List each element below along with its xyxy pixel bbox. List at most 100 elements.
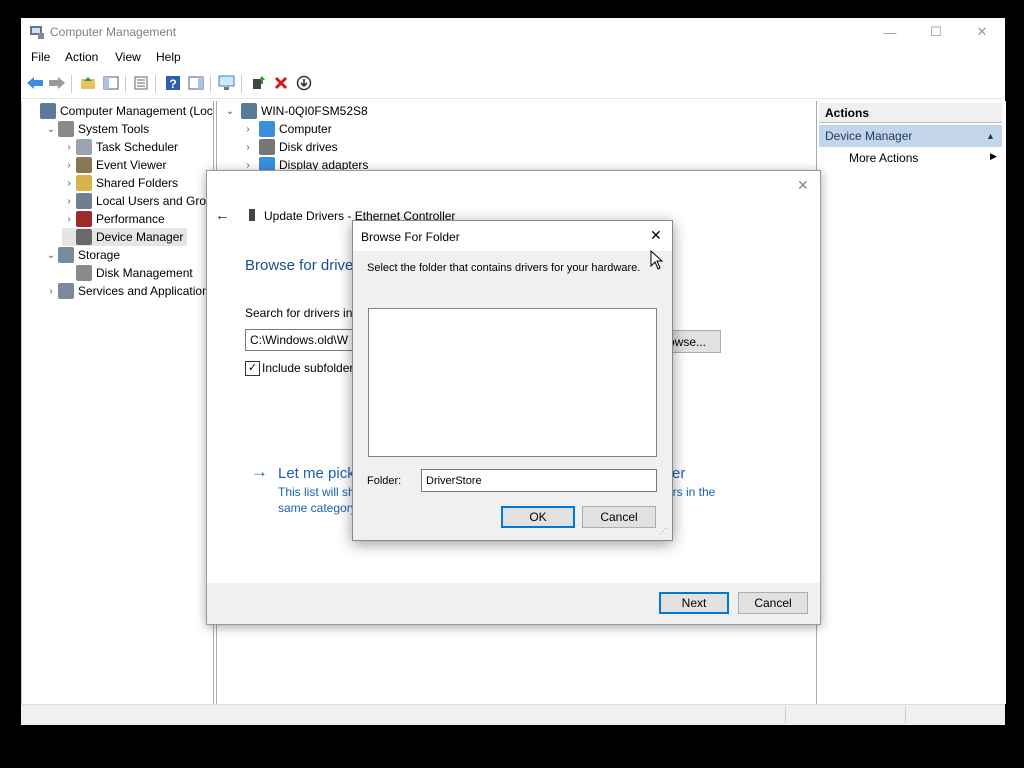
browse-button-label: owse...	[667, 334, 706, 349]
browse-instruction: Select the folder that contains drivers …	[367, 262, 641, 274]
tree-item[interactable]: › Performance	[62, 210, 165, 228]
disable-device-icon	[296, 75, 312, 91]
browse-dialog-close-icon[interactable]: ✕	[650, 227, 662, 244]
show-hide-action-pane-button[interactable]	[186, 73, 206, 93]
close-button[interactable]: ✕	[959, 18, 1005, 46]
toolbar-separator	[71, 75, 72, 93]
device-category-row[interactable]: › Disk drives	[241, 138, 338, 156]
computer-root-icon	[241, 103, 257, 119]
back-arrow-icon[interactable]: ←	[215, 207, 230, 224]
include-subfolders-checkbox[interactable]: ✓	[245, 361, 260, 376]
menu-view[interactable]: View	[115, 50, 141, 64]
tree-item[interactable]: › Services and Applications	[44, 282, 213, 300]
update-cancel-button[interactable]: Cancel	[738, 592, 808, 614]
show-hide-action-pane-icon	[188, 76, 204, 90]
chevron-right-icon[interactable]: ›	[62, 142, 76, 153]
scan-hardware-button[interactable]	[217, 73, 237, 93]
update-driver-button[interactable]	[248, 73, 268, 93]
performance-icon	[76, 211, 92, 227]
chevron-down-icon[interactable]: ⌄	[44, 124, 58, 135]
device-category-row[interactable]: › Computer	[241, 120, 332, 138]
ok-button-label: OK	[529, 510, 547, 524]
toolbar-separator	[125, 75, 126, 93]
properties-icon	[134, 76, 148, 90]
resize-grip-icon[interactable]: ⋰	[659, 527, 667, 536]
computer-mgmt-icon	[40, 103, 56, 119]
folder-label: Folder:	[367, 475, 402, 487]
users-icon	[76, 193, 92, 209]
window-title: Computer Management	[50, 25, 177, 39]
uninstall-device-button[interactable]	[271, 73, 291, 93]
chevron-down-icon[interactable]: ⌄	[223, 106, 237, 117]
menu-action[interactable]: Action	[65, 50, 98, 64]
chevron-down-icon[interactable]: ⌄	[44, 250, 58, 261]
dialog-close-icon[interactable]: ✕	[797, 177, 809, 194]
tree-item-label: Local Users and Groups	[96, 194, 214, 208]
show-hide-tree-button[interactable]	[101, 73, 121, 93]
tree-item[interactable]: › Shared Folders	[62, 174, 178, 192]
mouse-cursor-icon	[650, 250, 664, 270]
list-description-2: same category	[278, 501, 357, 515]
collapse-up-icon[interactable]: ▲	[986, 125, 995, 147]
chevron-right-icon[interactable]: ›	[62, 178, 76, 189]
toolbar-separator	[210, 75, 211, 93]
computer-icon	[259, 121, 275, 137]
chevron-right-icon[interactable]: ›	[44, 286, 58, 297]
disk-drive-icon	[259, 139, 275, 155]
ok-button[interactable]: OK	[501, 506, 575, 528]
computer-management-app-icon	[29, 24, 45, 43]
chevron-right-icon[interactable]: ›	[62, 214, 76, 225]
chevron-right-icon[interactable]: ›	[241, 160, 255, 171]
chevron-right-icon[interactable]: ›	[241, 142, 255, 153]
chevron-right-icon[interactable]: ›	[62, 196, 76, 207]
folder-tree-view[interactable]	[368, 308, 657, 457]
maximize-button[interactable]: ☐	[913, 18, 959, 46]
maximize-icon: ☐	[930, 24, 942, 39]
back-button[interactable]	[25, 73, 45, 93]
list-description-1-tail: ers in the	[666, 485, 716, 499]
menu-bar: File Action View Help	[21, 46, 1005, 68]
browse-cancel-button[interactable]: Cancel	[582, 506, 656, 528]
tree-item[interactable]: ⌄ Storage	[44, 246, 120, 264]
driver-path-input[interactable]	[245, 329, 355, 351]
tree-item[interactable]: › Local Users and Groups	[62, 192, 214, 210]
forward-button[interactable]	[47, 73, 67, 93]
help-button[interactable]: ?	[163, 73, 183, 93]
back-arrow-icon	[27, 77, 43, 89]
up-one-level-button[interactable]	[78, 73, 98, 93]
properties-button[interactable]	[131, 73, 151, 93]
arrow-right-icon: →	[251, 462, 268, 481]
actions-header: Actions	[819, 103, 1002, 123]
tree-item[interactable]: Device Manager	[62, 228, 188, 246]
disable-device-button[interactable]	[294, 73, 314, 93]
close-icon: ✕	[976, 24, 988, 39]
next-button-label: Next	[681, 596, 707, 610]
svg-text:?: ?	[169, 77, 176, 91]
folder-name-input[interactable]	[421, 469, 657, 492]
let-me-pick-link-tail[interactable]: er	[672, 465, 685, 482]
tree-item[interactable]: › Task Scheduler	[62, 138, 178, 156]
search-label: Search for drivers in t	[245, 306, 360, 320]
actions-device-manager[interactable]: Device Manager ▲	[819, 125, 1002, 147]
next-button[interactable]: Next	[659, 592, 729, 614]
menu-help[interactable]: Help	[156, 50, 181, 64]
show-hide-tree-icon	[103, 76, 119, 90]
status-divider	[905, 707, 906, 723]
minimize-button[interactable]: —	[867, 18, 913, 46]
device-category-label: Computer	[279, 122, 332, 136]
tree-item[interactable]: › Event Viewer	[62, 156, 166, 174]
browse-dialog-title-bar[interactable]: Browse For Folder ✕	[353, 221, 672, 251]
let-me-pick-link[interactable]: Let me pick	[278, 465, 355, 482]
tree-item[interactable]: Computer Management (Local	[26, 102, 213, 120]
title-bar[interactable]: Computer Management — ☐ ✕	[21, 18, 1005, 46]
more-actions-item[interactable]: More Actions	[849, 151, 918, 165]
device-root-row[interactable]: ⌄ WIN-0QI0FSM52S8	[223, 102, 368, 120]
chevron-right-icon[interactable]: ›	[241, 124, 255, 135]
chevron-right-icon[interactable]: ›	[62, 160, 76, 171]
menu-file[interactable]: File	[31, 50, 50, 64]
event-viewer-icon	[76, 157, 92, 173]
tree-item[interactable]: ⌄ System Tools	[44, 120, 149, 138]
tree-item[interactable]: Disk Management	[62, 264, 193, 282]
tree-item-label: Disk Management	[96, 266, 193, 280]
status-bar	[21, 704, 1005, 725]
